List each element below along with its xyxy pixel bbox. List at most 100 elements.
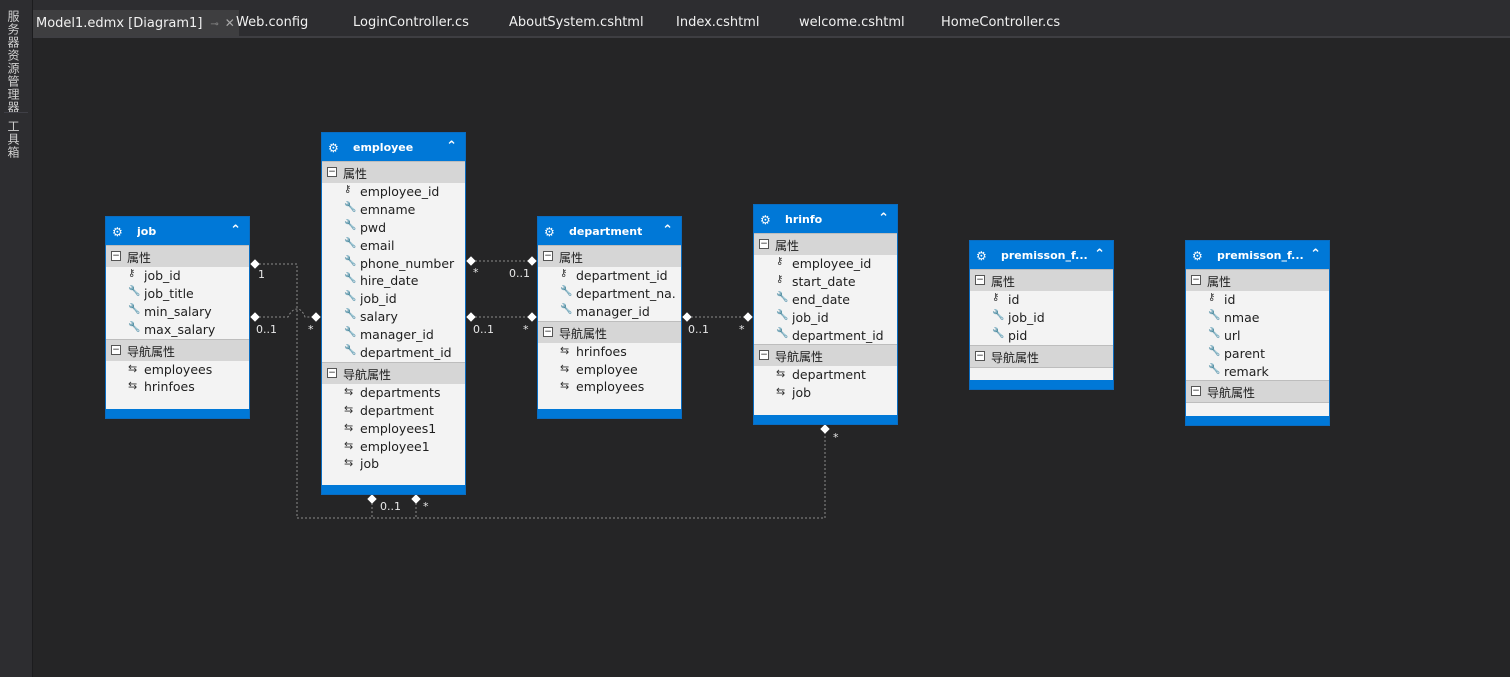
properties-section-header[interactable]: − 属性 [106, 245, 249, 267]
property-row[interactable]: 🔧 end_date [754, 291, 897, 309]
properties-section-header[interactable]: − 属性 [754, 233, 897, 255]
property-row[interactable]: 🔧 email [322, 237, 465, 255]
entity-header[interactable]: ⚙ employee ⌃ [322, 133, 465, 161]
entity-header[interactable]: ⚙ job ⌃ [106, 217, 249, 245]
tab-index[interactable]: Index.cshtml [676, 10, 759, 36]
entity-header[interactable]: ⚙ premisson_f... ⌃ [970, 241, 1113, 269]
properties-section-header[interactable]: − 属性 [1186, 269, 1329, 291]
properties-section-header[interactable]: − 属性 [538, 245, 681, 267]
navigation-row[interactable]: ⇆ department [322, 402, 465, 420]
collapse-chevron-icon[interactable]: ⌃ [230, 223, 241, 238]
entity-hrinfo[interactable]: ⚙ hrinfo ⌃ − 属性 ⚷ employee_id ⚷ start_date 🔧 end_d… [753, 204, 898, 425]
close-icon[interactable]: ✕ [225, 16, 235, 30]
navigation-row[interactable]: ⇆ employee1 [322, 438, 465, 456]
entity-premisson-1[interactable]: ⚙ premisson_f... ⌃ − 属性 ⚷ id 🔧 job_id 🔧 pid − 导航属性 [969, 240, 1114, 390]
property-row[interactable]: 🔧 department_na... [538, 285, 681, 303]
entity-premisson-2[interactable]: ⚙ premisson_f... ⌃ − 属性 ⚷ id 🔧 nmae 🔧 url 🔧 parent 🔧 r… [1185, 240, 1330, 426]
collapse-toggle-icon[interactable]: − [1191, 275, 1201, 285]
properties-section-header[interactable]: − 属性 [322, 161, 465, 183]
property-row[interactable]: ⚷ employee_id [322, 183, 465, 201]
collapse-chevron-icon[interactable]: ⌃ [446, 139, 457, 154]
navigation-row[interactable]: ⇆ departments [322, 384, 465, 402]
property-row[interactable]: ⚷ department_id [538, 267, 681, 285]
property-row[interactable]: ⚷ id [970, 291, 1113, 309]
navigation-row[interactable]: ⇆ department [754, 366, 897, 384]
entity-name: job [137, 225, 157, 238]
navigation-row[interactable]: ⇆ hrinfoes [106, 378, 249, 396]
entity-employee[interactable]: ⚙ employee ⌃ − 属性 ⚷ employee_id 🔧 emname 🔧 pwd 🔧 ema… [321, 132, 466, 495]
pin-icon[interactable]: ⊸ [210, 19, 218, 30]
entity-header[interactable]: ⚙ hrinfo ⌃ [754, 205, 897, 233]
property-row[interactable]: ⚷ employee_id [754, 255, 897, 273]
property-row[interactable]: 🔧 url [1186, 327, 1329, 345]
property-row[interactable]: 🔧 min_salary [106, 303, 249, 321]
entity-job[interactable]: ⚙ job ⌃ − 属性 ⚷ job_id 🔧 job_title 🔧 min_salary 🔧 max… [105, 216, 250, 419]
property-row[interactable]: 🔧 job_id [970, 309, 1113, 327]
wrench-icon: 🔧 [992, 309, 1005, 321]
collapse-chevron-icon[interactable]: ⌃ [1310, 247, 1321, 262]
collapse-toggle-icon[interactable]: − [543, 251, 553, 261]
collapse-toggle-icon[interactable]: − [759, 239, 769, 249]
property-row[interactable]: 🔧 parent [1186, 345, 1329, 363]
entity-department[interactable]: ⚙ department ⌃ − 属性 ⚷ department_id 🔧 department… [537, 216, 682, 419]
toolbox-tab[interactable]: 工具箱 [5, 120, 22, 159]
navigation-row[interactable]: ⇆ hrinfoes [538, 343, 681, 361]
property-row[interactable]: 🔧 emname [322, 201, 465, 219]
navigation-section-header[interactable]: − 导航属性 [538, 320, 681, 343]
navigation-section-header[interactable]: − 导航属性 [754, 344, 897, 367]
tab-about-system[interactable]: AboutSystem.cshtml [509, 10, 644, 36]
property-row[interactable]: 🔧 remark [1186, 363, 1329, 381]
collapse-toggle-icon[interactable]: − [759, 350, 769, 361]
property-row[interactable]: 🔧 job_title [106, 285, 249, 303]
navigation-row[interactable]: ⇆ employees1 [322, 420, 465, 438]
property-row[interactable]: 🔧 pwd [322, 219, 465, 237]
collapse-chevron-icon[interactable]: ⌃ [1094, 247, 1105, 262]
navigation-row[interactable]: ⇆ employee [538, 361, 681, 379]
property-row[interactable]: ⚷ job_id [106, 267, 249, 285]
collapse-toggle-icon[interactable]: − [975, 350, 985, 361]
property-row[interactable]: 🔧 manager_id [322, 326, 465, 344]
property-row[interactable]: 🔧 salary [322, 308, 465, 326]
collapse-toggle-icon[interactable]: − [543, 326, 553, 337]
entity-header[interactable]: ⚙ premisson_f... ⌃ [1186, 241, 1329, 269]
property-row[interactable]: ⚷ id [1186, 291, 1329, 309]
collapse-toggle-icon[interactable]: − [111, 251, 121, 261]
tab-login-controller[interactable]: LoginController.cs [353, 10, 469, 36]
property-row[interactable]: 🔧 department_id [322, 344, 465, 362]
property-row[interactable]: ⚷ start_date [754, 273, 897, 291]
tab-web-config[interactable]: Web.config [236, 10, 308, 36]
property-row[interactable]: 🔧 max_salary [106, 321, 249, 339]
navigation-section-header[interactable]: − 导航属性 [1186, 380, 1329, 404]
properties-section-header[interactable]: − 属性 [970, 269, 1113, 291]
navigation-section-header[interactable]: − 导航属性 [970, 344, 1113, 368]
navigation-section-header[interactable]: − 导航属性 [106, 338, 249, 361]
collapse-chevron-icon[interactable]: ⌃ [662, 223, 673, 238]
property-row[interactable]: 🔧 phone_number [322, 255, 465, 273]
tab-welcome[interactable]: welcome.cshtml [799, 10, 905, 36]
navigation-row[interactable]: ⇆ job [754, 384, 897, 402]
property-row[interactable]: 🔧 pid [970, 327, 1113, 345]
server-explorer-tab[interactable]: 服务器资源管理器 [5, 10, 22, 114]
property-row[interactable]: 🔧 job_id [322, 290, 465, 308]
navigation-row[interactable]: ⇆ employees [538, 378, 681, 396]
entity-header[interactable]: ⚙ department ⌃ [538, 217, 681, 245]
navigation-row[interactable]: ⇆ employees [106, 361, 249, 379]
navigation-row[interactable]: ⇆ job [322, 455, 465, 473]
collapse-toggle-icon[interactable]: − [1191, 386, 1201, 397]
navigation-section-header[interactable]: − 导航属性 [322, 361, 465, 384]
collapse-toggle-icon[interactable]: − [111, 344, 121, 355]
property-row[interactable]: 🔧 nmae [1186, 309, 1329, 327]
section-label: 属性 [127, 251, 152, 265]
property-row[interactable]: 🔧 job_id [754, 309, 897, 327]
tab-home-controller[interactable]: HomeController.cs [941, 10, 1060, 36]
property-name: manager_id [576, 303, 650, 319]
collapse-toggle-icon[interactable]: − [975, 275, 985, 285]
tab-model1-edmx[interactable]: Model1.edmx [Diagram1] ⊸ ✕ [33, 10, 239, 36]
property-row[interactable]: 🔧 hire_date [322, 272, 465, 290]
property-row[interactable]: 🔧 manager_id [538, 303, 681, 321]
collapse-toggle-icon[interactable]: − [327, 367, 337, 378]
collapse-chevron-icon[interactable]: ⌃ [878, 211, 889, 226]
collapse-toggle-icon[interactable]: − [327, 167, 337, 177]
property-row[interactable]: 🔧 department_id [754, 327, 897, 345]
diagram-canvas[interactable]: 1 0..1 * * 0..1 0..1 * 0..1 * * 0..1 * ⚙… [33, 38, 1510, 677]
